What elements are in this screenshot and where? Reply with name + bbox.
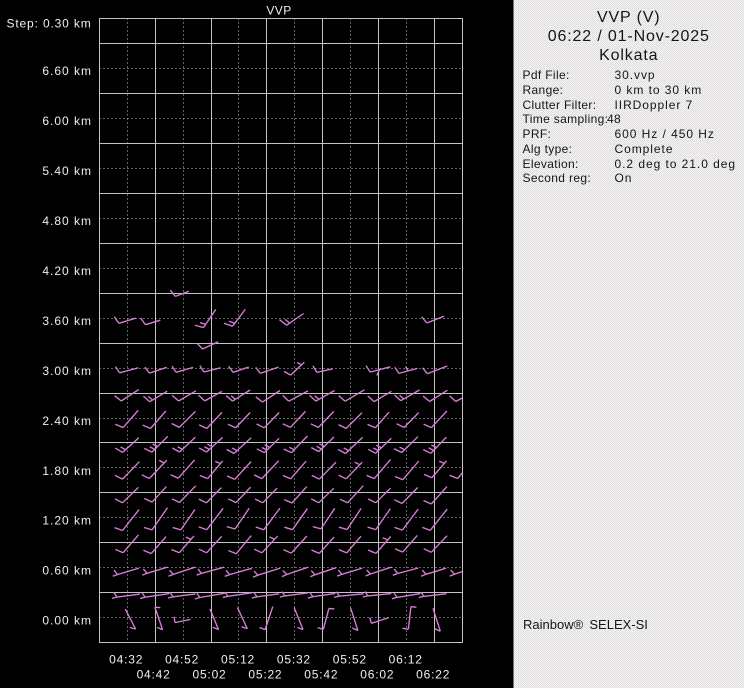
svg-text:1.20 km: 1.20 km (42, 514, 92, 528)
svg-text:06:12: 06:12 (389, 652, 423, 666)
svg-text:2.40 km: 2.40 km (42, 414, 92, 428)
svg-text:3.00 km: 3.00 km (42, 364, 92, 378)
svg-text:0.00 km: 0.00 km (42, 614, 92, 628)
svg-text:0.60 km: 0.60 km (42, 564, 92, 578)
svg-text:05:22: 05:22 (248, 667, 282, 681)
svg-text:06:02: 06:02 (360, 667, 394, 681)
svg-text:05:42: 05:42 (304, 667, 338, 681)
svg-text:Step: 0.30 km: Step: 0.30 km (7, 16, 92, 30)
svg-text:VVP: VVP (266, 4, 291, 18)
svg-text:6.60 km: 6.60 km (42, 64, 92, 78)
svg-text:05:02: 05:02 (192, 667, 226, 681)
svg-text:06:22: 06:22 (416, 667, 450, 681)
svg-text:04:42: 04:42 (137, 667, 171, 681)
svg-text:4.80 km: 4.80 km (42, 214, 92, 228)
svg-text:4.20 km: 4.20 km (42, 264, 92, 278)
svg-text:05:12: 05:12 (221, 652, 255, 666)
svg-text:05:52: 05:52 (333, 652, 367, 666)
svg-text:04:52: 04:52 (165, 652, 199, 666)
svg-text:5.40 km: 5.40 km (42, 164, 92, 178)
svg-text:05:32: 05:32 (277, 652, 311, 666)
svg-text:3.60 km: 3.60 km (42, 314, 92, 328)
svg-text:6.00 km: 6.00 km (42, 114, 92, 128)
svg-text:04:32: 04:32 (109, 652, 143, 666)
svg-text:1.80 km: 1.80 km (42, 464, 92, 478)
